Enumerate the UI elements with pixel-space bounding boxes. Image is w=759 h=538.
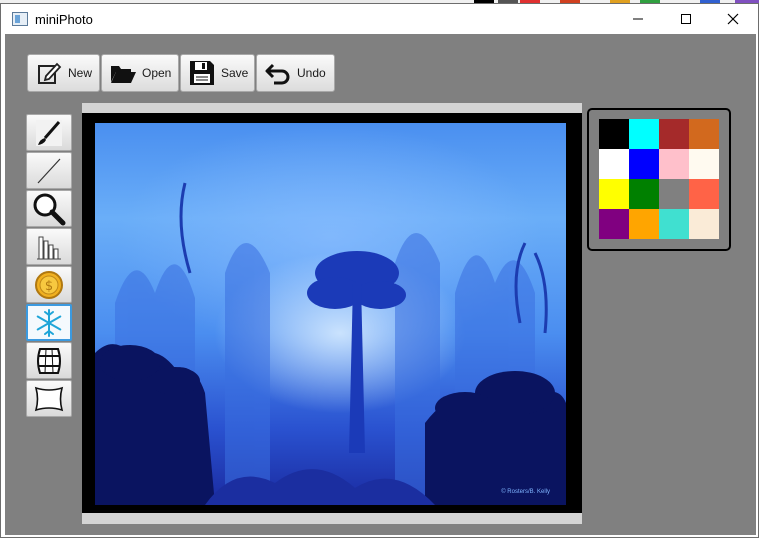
color-swatch[interactable] — [629, 149, 659, 179]
color-swatch[interactable] — [689, 209, 719, 239]
freeze-tool[interactable] — [26, 304, 72, 341]
snowflake-icon — [36, 308, 62, 337]
line-tool[interactable] — [26, 152, 72, 189]
undo-button[interactable]: Undo — [256, 54, 335, 92]
new-button[interactable]: New — [27, 54, 100, 92]
minimize-button[interactable] — [615, 4, 661, 34]
frame-icon — [34, 386, 64, 411]
floppy-disk-icon — [187, 58, 217, 88]
undo-arrow-icon — [263, 58, 293, 88]
color-swatch[interactable] — [659, 119, 689, 149]
open-button-label: Open — [142, 66, 172, 80]
color-swatch[interactable] — [689, 149, 719, 179]
save-button-label: Save — [221, 66, 249, 80]
frame-tool[interactable] — [26, 380, 72, 417]
new-file-icon — [34, 58, 64, 88]
new-button-label: New — [68, 66, 93, 80]
folder-icon — [108, 58, 138, 88]
undo-button-label: Undo — [297, 66, 326, 80]
line-icon — [37, 158, 61, 183]
title-bar: miniPhoto — [1, 4, 758, 34]
coin-tool[interactable]: $ — [26, 266, 72, 303]
color-swatch[interactable] — [599, 179, 629, 209]
app-icon — [12, 12, 28, 26]
color-swatch[interactable] — [629, 209, 659, 239]
save-button[interactable]: Save — [180, 54, 255, 92]
maximize-icon — [681, 14, 691, 24]
close-button[interactable] — [710, 4, 756, 34]
color-palette — [587, 108, 731, 251]
histogram-tool[interactable] — [26, 228, 72, 265]
color-swatch[interactable] — [659, 209, 689, 239]
forest-photo: © Rosters/B. Kelly — [95, 123, 566, 505]
histogram-icon — [37, 236, 61, 259]
color-swatch[interactable] — [599, 209, 629, 239]
zoom-tool[interactable] — [26, 190, 72, 227]
color-swatch[interactable] — [659, 149, 689, 179]
magnifier-icon — [33, 193, 66, 225]
color-swatch[interactable] — [659, 179, 689, 209]
coin-icon: $ — [35, 270, 63, 299]
brush-icon — [36, 119, 62, 146]
color-swatch[interactable] — [599, 149, 629, 179]
window-title: miniPhoto — [35, 12, 93, 27]
client-area: New Open Save Undo $ © Rosters/B. Kelly — [5, 34, 756, 535]
canvas-area[interactable]: © Rosters/B. Kelly — [82, 103, 582, 524]
color-swatch[interactable] — [689, 119, 719, 149]
image-border: © Rosters/B. Kelly — [82, 113, 582, 513]
color-swatch[interactable] — [629, 119, 659, 149]
open-button[interactable]: Open — [101, 54, 179, 92]
color-swatch[interactable] — [599, 119, 629, 149]
minimize-icon — [633, 18, 643, 20]
maximize-button[interactable] — [663, 4, 709, 34]
barrel-icon — [37, 347, 61, 374]
photo-credit: © Rosters/B. Kelly — [501, 489, 550, 495]
app-window: miniPhoto New Open Save Undo $ © Rosters… — [0, 3, 759, 538]
barrel-tool[interactable] — [26, 342, 72, 379]
brush-tool[interactable] — [26, 114, 72, 151]
color-swatch[interactable] — [629, 179, 659, 209]
close-icon — [727, 13, 739, 25]
svg-text:$: $ — [45, 279, 53, 294]
color-swatch[interactable] — [689, 179, 719, 209]
